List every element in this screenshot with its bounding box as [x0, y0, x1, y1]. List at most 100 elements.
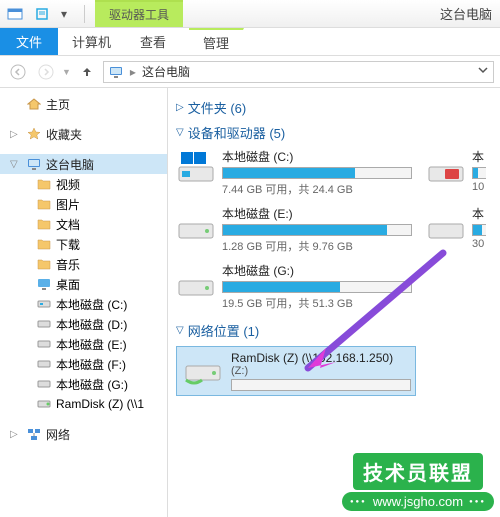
watermark-url: www.jsgho.com: [342, 492, 494, 511]
nav-this-pc[interactable]: ▽ 这台电脑: [0, 154, 167, 174]
nav-network-label: 网络: [46, 426, 70, 443]
nav-desktop[interactable]: 桌面: [0, 274, 167, 294]
history-dropdown[interactable]: ▼: [62, 67, 71, 77]
navigation-pane: 主页 ▷ 收藏夹 ▽ 这台电脑 视频 图片 文档 下载: [0, 88, 168, 517]
nav-favorites[interactable]: ▷ 收藏夹: [0, 124, 167, 144]
star-icon: [26, 126, 42, 142]
drive-name: 本: [472, 205, 486, 222]
drive-stats: 10: [472, 181, 486, 193]
nav-item-label: 下载: [56, 236, 80, 253]
nav-item-label: 音乐: [56, 256, 80, 273]
folder-icon: [36, 176, 52, 192]
drive-name: 本地磁盘 (C:): [222, 148, 412, 165]
group-netloc[interactable]: ▽ 网络位置 (1): [176, 321, 492, 340]
address-dropdown[interactable]: [477, 64, 489, 79]
nav-music[interactable]: 音乐: [0, 254, 167, 274]
nav-pictures[interactable]: 图片: [0, 194, 167, 214]
nav-downloads[interactable]: 下载: [0, 234, 167, 254]
nav-item-label: 本地磁盘 (F:): [56, 356, 126, 373]
drive-name: 本: [472, 148, 486, 165]
nav-videos[interactable]: 视频: [0, 174, 167, 194]
drive-name: 本地磁盘 (G:): [222, 262, 412, 279]
drive-item[interactable]: 本 10: [426, 148, 486, 197]
file-tab[interactable]: 文件: [0, 28, 58, 55]
nav-item-label: 本地磁盘 (E:): [56, 336, 127, 353]
nav-documents[interactable]: 文档: [0, 214, 167, 234]
crumb-sep-icon[interactable]: ▸: [130, 65, 136, 79]
folder-icon: [36, 236, 52, 252]
chevron-down-icon[interactable]: ▽: [10, 159, 22, 170]
network-icon: [26, 426, 42, 442]
group-folders[interactable]: ▷ 文件夹 (6): [176, 98, 492, 117]
drive-stats: 19.5 GB 可用，共 51.3 GB: [222, 295, 412, 311]
usage-bar: [231, 379, 411, 391]
watermark-title: 技术员联盟: [353, 453, 483, 490]
nav-item-label: 图片: [56, 196, 80, 213]
nav-item-label: 文档: [56, 216, 80, 233]
usage-bar: [222, 224, 412, 236]
usage-bar: [222, 167, 412, 179]
group-netloc-label: 网络位置 (1): [188, 321, 260, 340]
tab-computer[interactable]: 计算机: [58, 28, 126, 55]
drive-item[interactable]: 本地磁盘 (G:) 19.5 GB 可用，共 51.3 GB: [176, 262, 396, 311]
nav-drive-c[interactable]: 本地磁盘 (C:): [0, 294, 167, 314]
drive-stats: 30: [472, 238, 486, 250]
ribbon-context-header: 驱动器工具: [95, 0, 183, 27]
nav-home-label: 主页: [46, 96, 70, 113]
group-folders-label: 文件夹 (6): [188, 98, 247, 117]
drive-icon: [36, 376, 52, 392]
netloc-name: RamDisk (Z) (\\192.168.1.250): [231, 351, 411, 365]
nav-item-label: 视频: [56, 176, 80, 193]
drive-icon: [36, 336, 52, 352]
drive-large-icon: [176, 205, 216, 245]
folder-icon: [36, 216, 52, 232]
nav-drive-e[interactable]: 本地磁盘 (E:): [0, 334, 167, 354]
netloc-sub: (Z:): [231, 365, 411, 377]
this-pc-icon: [108, 64, 124, 80]
qa-undo-icon[interactable]: ▾: [54, 4, 74, 24]
usage-bar: [472, 224, 486, 236]
home-icon: [26, 96, 42, 112]
usage-bar: [222, 281, 412, 293]
drive-stats: 1.28 GB 可用，共 9.76 GB: [222, 238, 412, 254]
title-bar: ▾ 驱动器工具 这台电脑: [0, 0, 500, 28]
up-button[interactable]: [75, 60, 99, 84]
nav-home[interactable]: 主页: [0, 94, 167, 114]
nav-item-label: 本地磁盘 (G:): [56, 376, 128, 393]
nav-drive-d[interactable]: 本地磁盘 (D:): [0, 314, 167, 334]
window-title: 这台电脑: [440, 4, 500, 23]
chevron-right-icon: ▷: [176, 102, 184, 113]
desktop-icon: [36, 276, 52, 292]
group-drives[interactable]: ▽ 设备和驱动器 (5): [176, 123, 492, 142]
nav-item-label: 本地磁盘 (D:): [56, 316, 127, 333]
drive-icon: [36, 316, 52, 332]
tab-view[interactable]: 查看: [126, 28, 181, 55]
drive-item[interactable]: 本地磁盘 (C:) 7.44 GB 可用，共 24.4 GB: [176, 148, 396, 197]
nav-drive-f[interactable]: 本地磁盘 (F:): [0, 354, 167, 374]
this-pc-icon: [26, 156, 42, 172]
back-button[interactable]: [6, 60, 30, 84]
chevron-right-icon[interactable]: ▷: [10, 429, 22, 440]
nav-this-pc-label: 这台电脑: [46, 156, 94, 173]
address-bar: ▼ ▸ 这台电脑: [0, 56, 500, 88]
network-location-item[interactable]: RamDisk (Z) (\\192.168.1.250) (Z:): [176, 346, 416, 396]
drive-item[interactable]: 本地磁盘 (E:) 1.28 GB 可用，共 9.76 GB: [176, 205, 396, 254]
folder-icon: [36, 256, 52, 272]
drive-large-icon: [426, 148, 466, 188]
nav-drive-g[interactable]: 本地磁盘 (G:): [0, 374, 167, 394]
folder-icon: [36, 196, 52, 212]
usage-bar: [472, 167, 486, 179]
address-box[interactable]: ▸ 这台电脑: [103, 61, 494, 83]
drive-item[interactable]: 本 30: [426, 205, 486, 254]
chevron-right-icon[interactable]: ▷: [10, 129, 22, 140]
drive-name: 本地磁盘 (E:): [222, 205, 412, 222]
nav-item-label: 桌面: [56, 276, 80, 293]
ribbon-tabs: 文件 计算机 查看 管理: [0, 28, 500, 56]
nav-ramdisk[interactable]: RamDisk (Z) (\\1: [0, 394, 167, 414]
breadcrumb[interactable]: 这台电脑: [142, 63, 190, 80]
watermark: 技术员联盟 www.jsgho.com: [342, 453, 494, 511]
drive-c-large-icon: [176, 148, 216, 188]
tab-manage[interactable]: 管理: [189, 28, 244, 55]
nav-network[interactable]: ▷ 网络: [0, 424, 167, 444]
qa-properties-icon[interactable]: [32, 4, 52, 24]
